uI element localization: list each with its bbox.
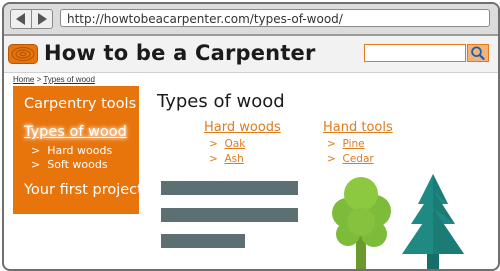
breadcrumb-separator: > bbox=[34, 75, 44, 84]
sidebar-subitem-label: Hard woods bbox=[47, 144, 113, 157]
breadcrumb-home-link[interactable]: Home bbox=[13, 75, 34, 84]
bullet-icon: > bbox=[31, 158, 41, 171]
bullet-icon: > bbox=[209, 138, 218, 150]
link-oak[interactable]: Oak bbox=[225, 138, 246, 150]
list-item-oak[interactable]: > Oak bbox=[209, 138, 245, 150]
bullet-icon: > bbox=[327, 153, 336, 165]
placeholder-text-line bbox=[161, 181, 298, 195]
sidebar-subitem-label: Soft woods bbox=[47, 158, 108, 171]
list-item-ash[interactable]: > Ash bbox=[209, 153, 244, 165]
category-hand-tools-link[interactable]: Hand tools bbox=[323, 120, 393, 135]
search-button[interactable] bbox=[467, 44, 489, 62]
tree-icon bbox=[332, 177, 391, 269]
placeholder-text-line bbox=[161, 234, 245, 248]
breadcrumb-current-link[interactable]: Types of wood bbox=[43, 75, 95, 84]
search-icon bbox=[471, 46, 485, 60]
sidebar-subitem-soft-woods[interactable]: > Soft woods bbox=[31, 158, 108, 171]
back-button[interactable] bbox=[10, 9, 32, 29]
sidebar-item-carpentry-tools[interactable]: Carpentry tools bbox=[24, 96, 136, 112]
list-item-cedar[interactable]: > Cedar bbox=[327, 153, 374, 165]
sidebar-subitem-hard-woods[interactable]: > Hard woods bbox=[31, 144, 112, 157]
bullet-icon: > bbox=[209, 153, 218, 165]
browser-window: http://howtobeacarpenter.com/types-of-wo… bbox=[2, 2, 500, 271]
forward-arrow-icon bbox=[38, 13, 47, 25]
sidebar-item-first-project[interactable]: Your first project bbox=[24, 182, 143, 198]
bullet-icon: > bbox=[327, 138, 336, 150]
address-bar[interactable]: http://howtobeacarpenter.com/types-of-wo… bbox=[60, 9, 490, 27]
site-header: How to be a Carpenter bbox=[4, 36, 498, 73]
link-cedar[interactable]: Cedar bbox=[343, 153, 374, 165]
forward-button[interactable] bbox=[31, 9, 53, 29]
back-arrow-icon bbox=[16, 13, 25, 25]
site-title[interactable]: How to be a Carpenter bbox=[44, 41, 316, 65]
page-title: Types of wood bbox=[157, 91, 285, 112]
breadcrumb: Home > Types of wood bbox=[13, 75, 95, 84]
bullet-icon: > bbox=[31, 144, 41, 157]
trees-illustration bbox=[332, 174, 464, 269]
logo-icon[interactable] bbox=[8, 44, 38, 64]
sidebar-item-types-of-wood[interactable]: Types of wood bbox=[24, 124, 127, 140]
pine-tree-icon bbox=[402, 174, 464, 269]
link-pine[interactable]: Pine bbox=[343, 138, 365, 150]
list-item-pine[interactable]: > Pine bbox=[327, 138, 365, 150]
search-input[interactable] bbox=[364, 44, 466, 62]
link-ash[interactable]: Ash bbox=[225, 153, 244, 165]
sidebar-nav: Carpentry tools Types of wood > Hard woo… bbox=[13, 86, 143, 214]
category-hard-woods-link[interactable]: Hard woods bbox=[204, 120, 281, 135]
browser-toolbar: http://howtobeacarpenter.com/types-of-wo… bbox=[4, 4, 498, 36]
placeholder-text-line bbox=[161, 208, 298, 222]
